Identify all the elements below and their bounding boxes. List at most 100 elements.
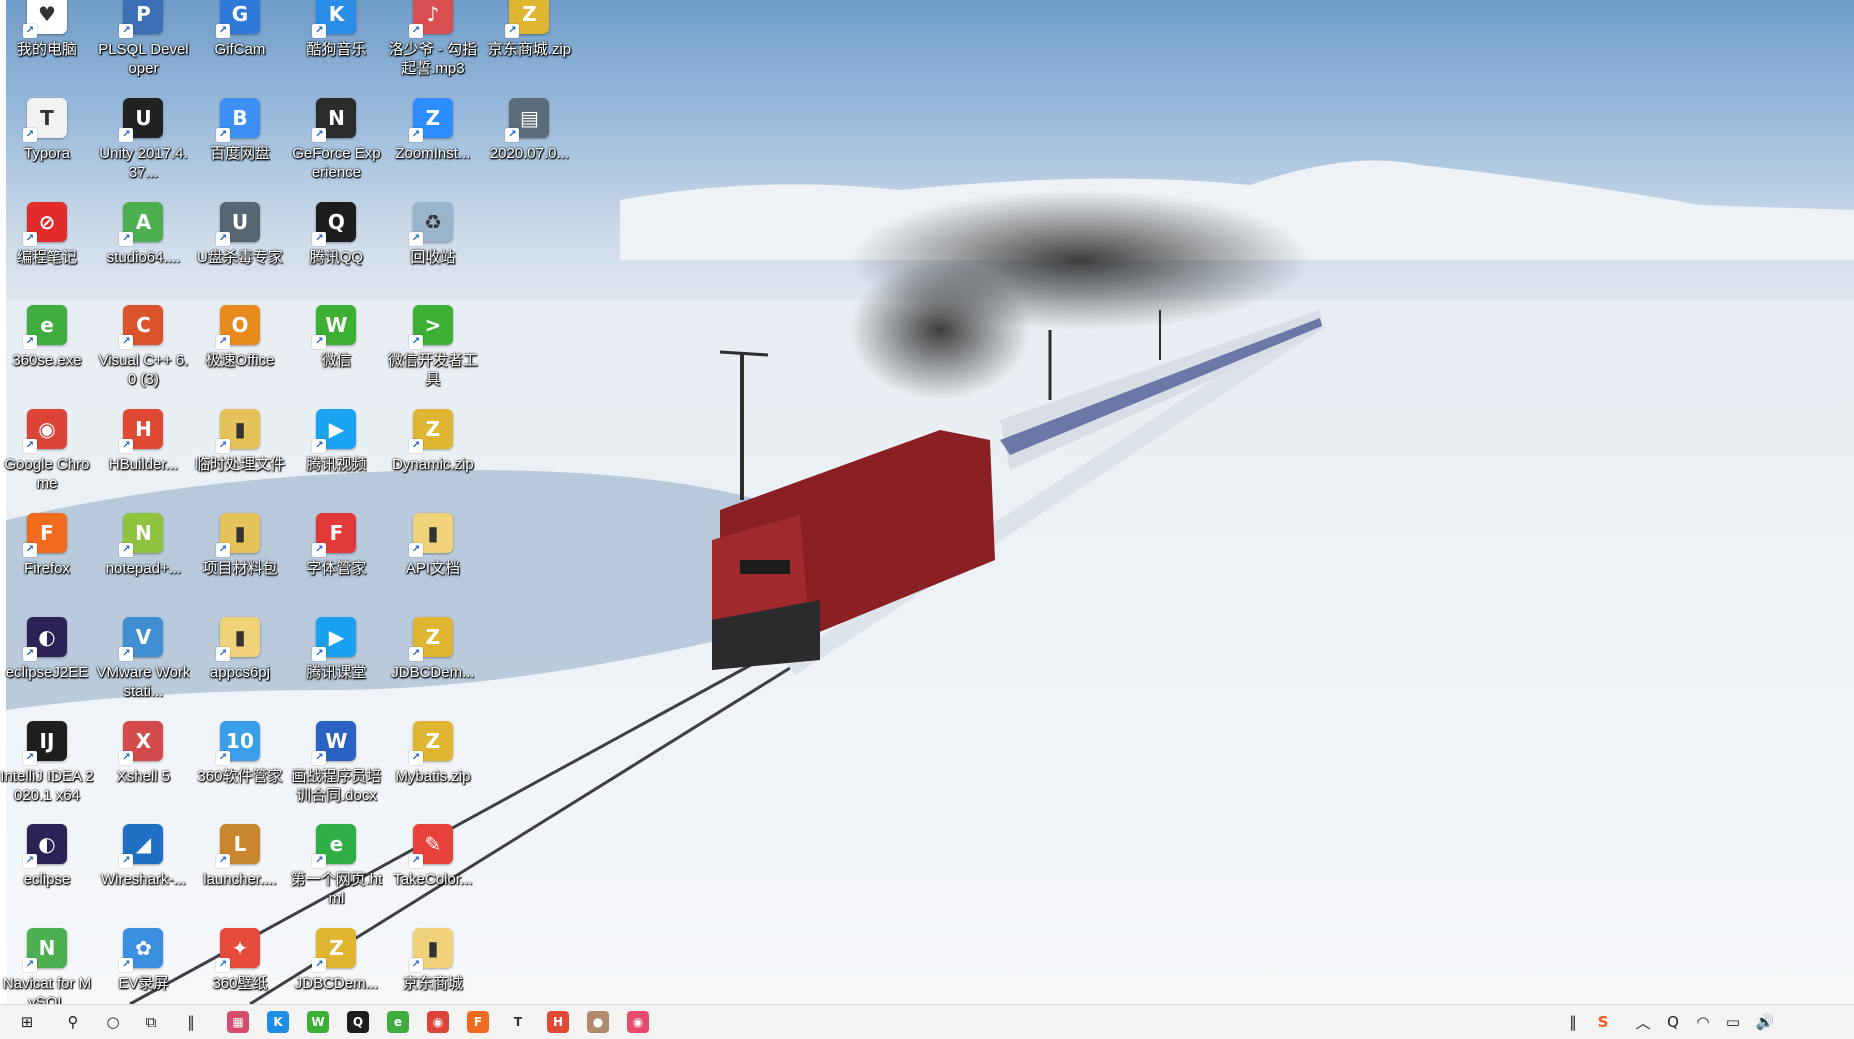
desktop-icon[interactable]: 10 ↗ 360软件管家 <box>193 715 287 815</box>
360-software-icon: 10 ↗ <box>215 720 260 765</box>
desktop-icon[interactable]: Q ↗ 腾讯QQ <box>289 196 383 296</box>
desktop-icon[interactable]: ▮ ↗ 项目材料包 <box>193 507 287 607</box>
desktop-icon[interactable]: X ↗ Xshell 5 <box>96 715 190 815</box>
desktop-icon[interactable]: ⊘ ↗ 编程笔记 <box>0 196 94 296</box>
desktop-icon-label: 画战程序员培训合同.docx <box>291 767 382 804</box>
desktop-icon[interactable]: P ↗ PLSQL Developer <box>96 0 190 88</box>
desktop-icon[interactable]: ♻ ↗ 回收站 <box>386 196 480 296</box>
tray-qq[interactable]: Q <box>1660 1010 1686 1034</box>
taskbar-app-11[interactable]: ◉ <box>627 1011 649 1033</box>
desktop-icon[interactable]: ▮ ↗ appcs6pj <box>193 611 287 711</box>
desktop-icon[interactable]: Z ↗ 京东商城.zip <box>482 0 576 88</box>
taskbar-app-5[interactable]: e <box>387 1011 409 1033</box>
desktop-icon[interactable]: N ↗ GeForce Experience <box>289 92 383 192</box>
start-button[interactable]: ⊞ <box>14 1010 40 1034</box>
taskbar-app-9[interactable]: H <box>547 1011 569 1033</box>
tray-sogou[interactable]: S <box>1590 1010 1616 1034</box>
desktop-icon[interactable]: e ↗ 第一个网页.html <box>289 818 383 918</box>
desktop-icon-label: EV录屏 <box>118 975 169 993</box>
taskbar-app-2[interactable]: K <box>267 1011 289 1033</box>
desktop-icon[interactable]: ♥ ↗ 我的电脑 <box>0 0 94 88</box>
desktop-icon[interactable]: U ↗ U盘杀毒专家 <box>193 196 287 296</box>
desktop-icon-label: launcher.... <box>203 871 277 889</box>
desktop-icon-label: Typora <box>24 144 70 162</box>
wechat-icon: W <box>311 1015 325 1029</box>
desktop-icon[interactable]: B ↗ 百度网盘 <box>193 92 287 192</box>
tray-battery[interactable]: ▭ <box>1720 1010 1746 1034</box>
taskbar-app-3[interactable]: W <box>307 1011 329 1033</box>
taskbar-app-6[interactable]: ◉ <box>427 1011 449 1033</box>
desktop-icon[interactable]: F ↗ Firefox <box>0 507 94 607</box>
desktop-icon[interactable]: O ↗ 极速Office <box>193 299 287 399</box>
desktop-icon[interactable]: V ↗ VMware Workstati... <box>96 611 190 711</box>
desktop-icon[interactable]: IJ ↗ IntelliJ IDEA 2020.1 x64 <box>0 715 94 815</box>
taskbar-app-10[interactable]: ● <box>587 1011 609 1033</box>
desktop-icon[interactable]: U ↗ Unity 2017.4.37... <box>96 92 190 192</box>
360-browser-icon: e ↗ <box>23 305 67 350</box>
task-view-button[interactable]: ⧉ <box>138 1010 164 1034</box>
shortcut-arrow-icon: ↗ <box>312 543 327 557</box>
desktop-icon[interactable]: H ↗ HBuilder... <box>96 403 190 503</box>
desktop-icon[interactable]: ♪ ↗ 洛少爷 - 勾指起誓.mp3 <box>386 0 480 88</box>
shortcut-arrow-icon: ↗ <box>215 127 230 142</box>
cortana-button[interactable]: ○ <box>100 1010 126 1034</box>
desktop-icon[interactable]: ◐ ↗ eclipse <box>0 818 94 918</box>
desktop-icon[interactable]: K ↗ 酷狗音乐 <box>289 0 383 88</box>
html-file-icon: e ↗ <box>312 824 357 869</box>
desktop-icon-label: 百度网盘 <box>209 144 270 162</box>
image-file-icon: ▤ ↗ <box>505 97 550 142</box>
desktop-icon[interactable]: e ↗ 360se.exe <box>0 299 94 399</box>
desktop-icon[interactable]: ◉ ↗ Google Chrome <box>0 403 94 503</box>
tray-wifi[interactable]: ◠ <box>1690 1010 1716 1034</box>
desktop-icon[interactable]: ◢ ↗ Wireshark-... <box>96 818 190 918</box>
taskbar: ⊞ ⚲ ○ ⧉ ‖ ▦ K W Qe ◉ F T H ● ◉ ‖ S ︿ Q ◠ ▭ 🔊 <box>0 1004 1854 1039</box>
360-browser-icon: e <box>393 1015 403 1029</box>
desktop-icon[interactable]: W ↗ 微信 <box>289 299 383 399</box>
desktop-icon[interactable]: A ↗ studio64.... <box>96 196 190 296</box>
desktop-icon[interactable]: G ↗ GifCam <box>193 0 287 88</box>
desktop-icon-label: API文档 <box>405 560 460 577</box>
desktop-icon[interactable]: ◐ ↗ eclipseJ2EE <box>0 611 94 711</box>
hbuilder-icon: H <box>552 1015 564 1029</box>
desktop-icon-label: VMware Workstati... <box>96 663 191 700</box>
shortcut-arrow-icon: ↗ <box>312 439 327 454</box>
shortcut-arrow-icon: ↗ <box>408 543 423 557</box>
baidu-netdisk-icon: B ↗ <box>215 97 260 142</box>
desktop-icon-label: 回收站 <box>410 248 456 266</box>
tray-volume[interactable]: 🔊 <box>1752 1010 1778 1034</box>
desktop-icon[interactable]: ▮ ↗ 临时处理文件 <box>193 403 287 503</box>
plsql-developer-icon: P ↗ <box>119 0 164 38</box>
taskbar-app-8[interactable]: T <box>507 1011 529 1033</box>
desktop-icon-label: ZoomInst... <box>395 144 471 162</box>
desktop-icon-label: notepad+... <box>105 560 182 577</box>
desktop-icon[interactable]: ▶ ↗ 腾讯课堂 <box>289 611 383 711</box>
desktop-icon-label: Unity 2017.4.37... <box>99 144 188 181</box>
desktop-icon-label: GifCam <box>214 41 266 58</box>
desktop-icon[interactable]: W ↗ 画战程序员培训合同.docx <box>289 715 383 815</box>
taskbar-app-1[interactable]: ▦ <box>227 1011 249 1033</box>
desktop-icon[interactable]: Z ↗ JDBCDem... <box>386 611 480 711</box>
shortcut-arrow-icon: ↗ <box>408 335 423 350</box>
desktop-icon[interactable]: N ↗ notepad+... <box>96 507 190 607</box>
desktop-icon[interactable]: Z ↗ Mybatis.zip <box>386 715 480 815</box>
desktop-icon[interactable]: L ↗ launcher.... <box>193 818 287 918</box>
zip-file-icon: Z ↗ <box>312 928 357 973</box>
usb-antivirus-icon: U ↗ <box>215 201 260 246</box>
desktop-icon[interactable]: ▶ ↗ 腾讯视频 <box>289 403 383 503</box>
search-button[interactable]: ⚲ <box>60 1010 86 1034</box>
desktop-icon[interactable]: > ↗ 微信开发者工具 <box>386 299 480 399</box>
desktop-icon[interactable]: ▤ ↗ 2020.07.0... <box>482 92 576 192</box>
chrome-icon: ◉ <box>432 1015 444 1029</box>
zip-file-icon: Z ↗ <box>505 0 550 38</box>
desktop-icon[interactable]: C ↗ Visual C++ 6.0 (3) <box>96 299 190 399</box>
desktop-icon[interactable]: F ↗ 字体管家 <box>289 507 383 607</box>
desktop-icon[interactable]: Z ↗ ZoomInst... <box>386 92 480 192</box>
desktop-icon[interactable]: ▮ ↗ API文档 <box>386 507 480 607</box>
taskbar-app-4[interactable]: Q <box>347 1011 369 1033</box>
desktop-icon[interactable]: Z ↗ Dynamic.zip <box>386 403 480 503</box>
tray-show-hidden[interactable]: ︿ <box>1630 1010 1656 1034</box>
desktop-icon[interactable]: ✎ ↗ TakeColor... <box>386 818 480 918</box>
taskbar-app-7[interactable]: F <box>467 1011 489 1033</box>
desktop-icon-label: JDBCDem... <box>391 663 475 681</box>
desktop-icon[interactable]: T ↗ Typora <box>0 92 94 192</box>
